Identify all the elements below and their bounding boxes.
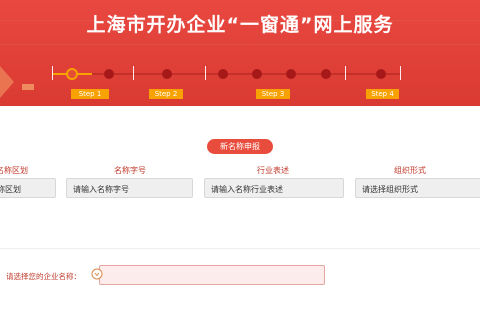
step-dot-current[interactable] [66,68,78,80]
step-label-1[interactable]: Step 1 [71,89,109,99]
organization-form-label: 组织形式 [394,166,426,175]
step-divider [133,66,134,80]
step-divider [205,66,206,80]
step-divider [345,66,346,80]
organization-form-select[interactable]: 请选择组织形式 [355,178,480,198]
step-dot[interactable] [252,69,262,79]
decorative-arrow-icon [0,66,14,98]
company-name-label: 请选择您的企业名称： [6,272,81,281]
step-dot[interactable] [376,69,386,79]
header-banner: 上海市开办企业“一窗通”网上服务 Step 1 Step 2 Step 3 St… [0,0,480,106]
name-word-label: 名称字号 [114,166,146,175]
company-name-input[interactable] [99,265,325,285]
step-dot[interactable] [286,69,296,79]
section-divider [0,248,480,249]
step-dot[interactable] [162,69,172,79]
step-divider [52,66,53,80]
step-dot[interactable] [104,69,114,79]
step-dot[interactable] [321,69,331,79]
step-label-3[interactable]: Step 3 [256,89,290,99]
region-label: 名称区划 [0,166,28,175]
name-word-input[interactable]: 请输入名称字号 [66,178,193,198]
step-label-4[interactable]: Step 4 [366,89,399,99]
step-label-2[interactable]: Step 2 [149,89,183,99]
new-name-apply-button[interactable]: 新名称申报 [207,139,273,154]
question-circle-icon [91,268,103,280]
step-divider [400,66,401,80]
page-title: 上海市开办企业“一窗通”网上服务 [86,14,394,36]
step-dot[interactable] [218,69,228,79]
industry-label: 行业表述 [257,166,289,175]
industry-input[interactable]: 请输入名称行业表述 [204,178,344,198]
banner-stripe [0,44,480,45]
region-select[interactable]: 称区划 [0,178,56,198]
decorative-block [22,84,34,90]
